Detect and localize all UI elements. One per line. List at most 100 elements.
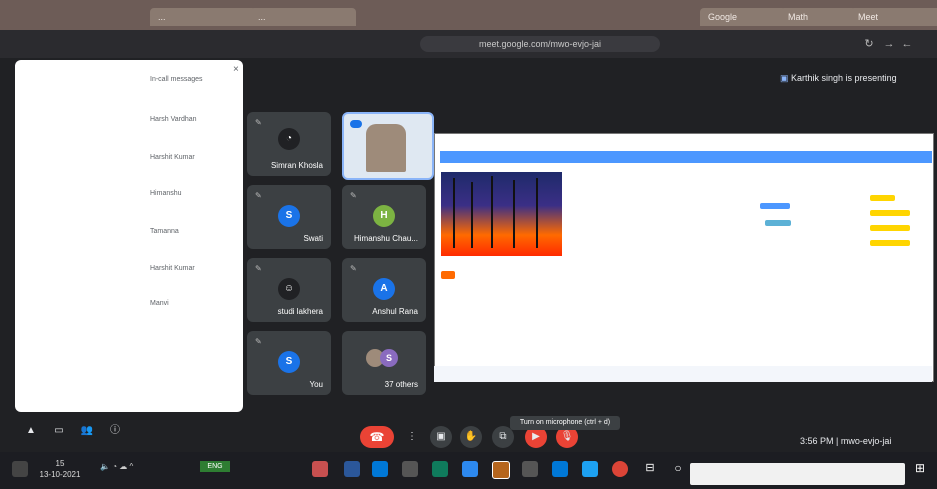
pin-icon[interactable]: ✎: [350, 264, 357, 273]
code-block[interactable]: [870, 225, 910, 231]
search-input[interactable]: [690, 463, 905, 485]
volume-icon[interactable]: 🔈: [100, 462, 110, 471]
avatar: ◔: [278, 128, 300, 150]
browser-tab[interactable]: ...: [150, 8, 256, 26]
panel-row-label: Harshit Kumar: [150, 265, 195, 272]
participant-tile[interactable]: ✎ ☺ studi lakhera: [247, 258, 331, 322]
tree-shape: [536, 178, 538, 248]
panel-row-label: Himanshu: [150, 190, 182, 197]
captions-icon[interactable]: ▣: [430, 426, 452, 448]
code-block[interactable]: [870, 195, 895, 201]
code-block[interactable]: [870, 240, 910, 246]
participant-name: You: [309, 380, 324, 389]
presenter-text: Karthik singh is presenting: [791, 73, 897, 83]
app-icon-store[interactable]: [432, 461, 448, 477]
task-view-icon[interactable]: ⊟: [642, 461, 658, 477]
start-icon[interactable]: ⊞: [912, 461, 928, 477]
code-block[interactable]: [760, 203, 790, 209]
participant-name: Simran Khosla: [270, 161, 323, 170]
browser-tab-meet[interactable]: Meet: [850, 8, 937, 26]
browser-tab-math[interactable]: Math: [780, 8, 856, 26]
panel-row: Manvi: [150, 300, 220, 307]
pin-icon[interactable]: ✎: [350, 191, 357, 200]
scratch-toolbar: [440, 151, 932, 163]
cloud-icon[interactable]: ☁: [119, 462, 127, 471]
panel-row: Tamanna: [150, 228, 220, 235]
more-options-icon[interactable]: ⋮: [401, 426, 423, 448]
tree-shape: [513, 180, 515, 248]
app-icon-explorer[interactable]: [552, 461, 568, 477]
reload-icon[interactable]: ↻: [862, 38, 876, 50]
side-panel: [15, 60, 243, 412]
meeting-code: 3:56 PM | mwo-evjo-jai: [800, 436, 892, 446]
clock-time: 15: [55, 459, 65, 468]
chevron-up-icon[interactable]: ^: [130, 462, 134, 471]
cortana-icon[interactable]: ○: [670, 461, 686, 477]
panel-row-label: In-call messages: [150, 76, 203, 83]
participant-name: studi lakhera: [277, 307, 323, 316]
notification-icon[interactable]: [12, 461, 28, 477]
browser-tab-google[interactable]: Google: [700, 8, 786, 26]
panel-row-label: Harshit Kumar: [150, 154, 195, 161]
end-call-button[interactable]: ☎: [360, 426, 394, 448]
participant-tile-others[interactable]: S 37 others: [342, 331, 426, 395]
participant-name: Swati: [303, 234, 323, 243]
avatar-initial: H: [380, 210, 388, 221]
panel-row: Himanshu: [150, 190, 220, 197]
app-icon-chrome[interactable]: [612, 461, 628, 477]
back-icon[interactable]: ←: [900, 38, 914, 50]
participant-tile[interactable]: ✎ H Himanshu Chau...: [342, 185, 426, 249]
scratch-stage: [441, 172, 562, 256]
forward-icon[interactable]: →: [882, 38, 896, 50]
url-field[interactable]: meet.google.com/mwo-evjo-jai: [420, 36, 660, 52]
participant-tile[interactable]: ✎ S Swati: [247, 185, 331, 249]
clock-date: 13-10-2021: [39, 470, 81, 479]
app-icon-word[interactable]: [344, 461, 360, 477]
mic-tooltip: Turn on microphone (ctrl + d): [510, 416, 620, 430]
panel-row: Harshit Kumar: [150, 265, 220, 272]
info-icon[interactable]: ⓘ: [104, 420, 126, 442]
participant-name: 37 others: [384, 380, 418, 389]
avatar-initial: A: [380, 283, 388, 294]
wifi-icon[interactable]: ◔: [112, 462, 117, 471]
avatar: S: [380, 349, 398, 367]
activities-icon[interactable]: ▲: [20, 420, 42, 442]
browser-tab[interactable]: ...: [250, 8, 356, 26]
close-icon[interactable]: ×: [233, 64, 243, 75]
pin-icon[interactable]: ✎: [255, 118, 262, 127]
avatar: A: [373, 278, 395, 300]
language-indicator[interactable]: ENG: [200, 461, 230, 472]
participant-tile[interactable]: ✎ ◔ Simran Khosla: [247, 112, 331, 176]
app-icon-bag[interactable]: [522, 461, 538, 477]
video-feed: [366, 124, 406, 172]
pin-icon[interactable]: ✎: [255, 264, 262, 273]
shared-screen: [434, 133, 934, 382]
app-icon-office[interactable]: [312, 461, 328, 477]
presenter-banner: ▣ Karthik singh is presenting: [780, 70, 930, 86]
participant-tile-self[interactable]: ✎ S You: [247, 331, 331, 395]
code-block[interactable]: [765, 220, 791, 226]
avatar: ☺: [278, 278, 300, 300]
participant-name: Anshul Rana: [372, 307, 418, 316]
pin-icon[interactable]: ✎: [255, 337, 262, 346]
taskbar-clock[interactable]: 15 13-10-2021: [30, 458, 90, 480]
avatar: S: [278, 205, 300, 227]
app-icon-edge[interactable]: [372, 461, 388, 477]
sprite-thumbnail[interactable]: [441, 271, 455, 279]
pin-icon[interactable]: ✎: [255, 191, 262, 200]
app-icon-chrome-active[interactable]: [492, 461, 510, 479]
tree-shape: [471, 182, 473, 248]
app-icon-edge-blue[interactable]: [582, 461, 598, 477]
avatar: S: [278, 351, 300, 373]
participant-tile-video[interactable]: [342, 112, 434, 180]
app-icon-files[interactable]: [402, 461, 418, 477]
present-icon: ▣: [780, 73, 789, 83]
panel-row: Harshit Kumar: [150, 154, 220, 161]
raise-hand-icon[interactable]: ✋: [460, 426, 482, 448]
chat-icon[interactable]: ▭: [48, 420, 70, 442]
code-block[interactable]: [870, 210, 910, 216]
app-icon-mail[interactable]: [462, 461, 478, 477]
people-icon[interactable]: 👥: [76, 420, 98, 442]
panel-row-label: Harsh Vardhan: [150, 116, 197, 123]
participant-tile[interactable]: ✎ A Anshul Rana: [342, 258, 426, 322]
